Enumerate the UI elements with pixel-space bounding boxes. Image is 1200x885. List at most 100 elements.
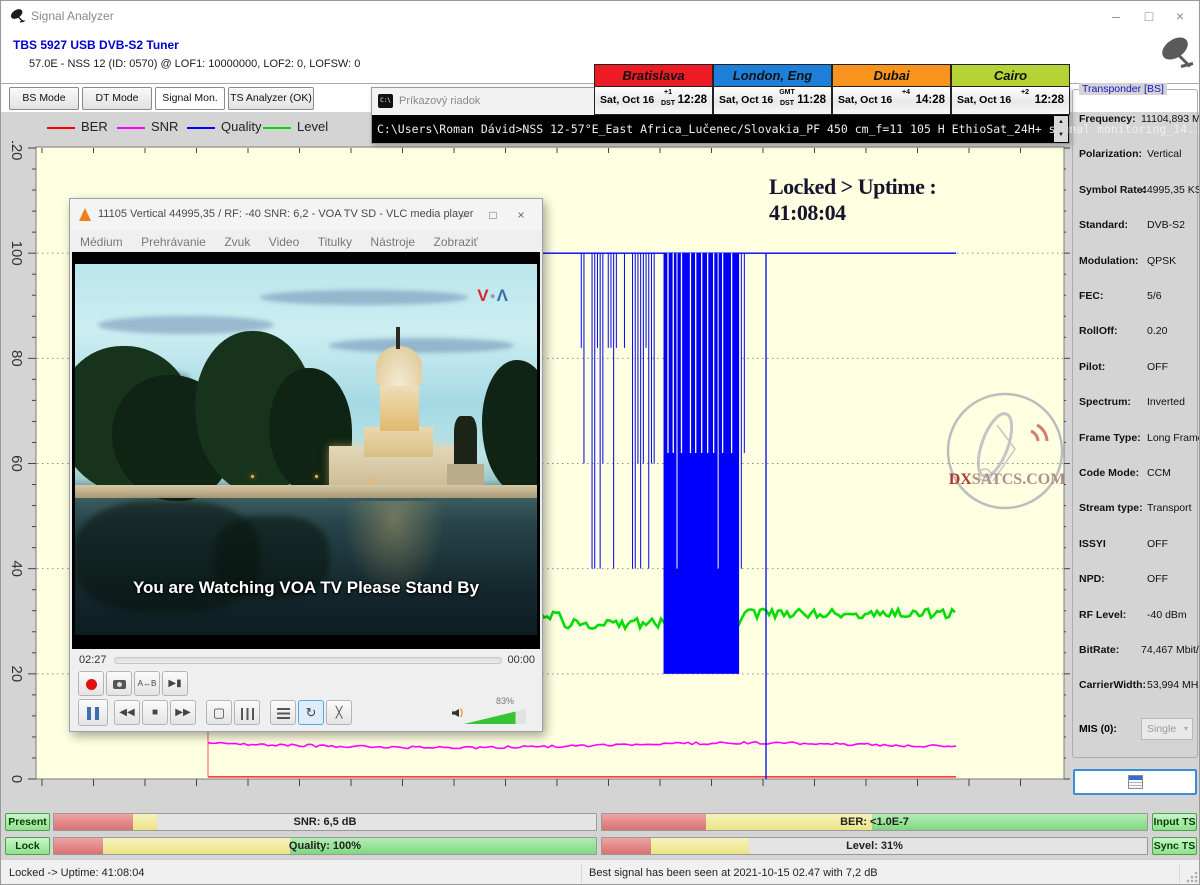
mis-select[interactable]: Single ▾ <box>1141 718 1193 740</box>
clock-time: 12:28 <box>678 94 707 106</box>
grant-memorial-statue <box>454 416 477 468</box>
ts-info-button[interactable] <box>1073 769 1197 795</box>
vlc-window: 11105 Vertical 44995,35 / RF: -40 SNR: 6… <box>69 198 543 732</box>
tab-bs-mode[interactable]: BS Mode <box>9 87 79 110</box>
mis-label: MIS (0): <box>1079 723 1117 735</box>
field-label: Frame Type: <box>1079 432 1141 444</box>
volume-slider[interactable] <box>464 709 526 724</box>
vlc-seek-row: 02:27 00:00 <box>70 651 544 669</box>
record-button[interactable] <box>78 671 104 696</box>
vlc-maximize-button[interactable]: □ <box>480 205 506 225</box>
previous-button[interactable]: ◀◀ <box>114 700 140 725</box>
svg-text:120: 120 <box>8 141 25 161</box>
minimize-button[interactable]: – <box>1101 5 1131 27</box>
vlc-minimize-button[interactable]: – <box>452 205 478 225</box>
ab-loop-button[interactable]: A↔B <box>134 671 160 696</box>
legend-line-snr <box>117 127 145 129</box>
field-label: Polarization: <box>1079 148 1142 160</box>
vlc-video-area[interactable]: V●Λ You are Watching VOA TV Please Stand… <box>72 252 540 649</box>
clock-time: 12:28 <box>1035 94 1064 106</box>
svg-text:60: 60 <box>8 455 25 472</box>
tab-signal-mon[interactable]: Signal Mon. <box>155 87 225 110</box>
speaker-wave-icon: ) <box>460 707 463 717</box>
loop-button[interactable]: ↻ <box>298 700 324 725</box>
next-button[interactable]: ▶▶ <box>170 700 196 725</box>
lock-uptime-annotation: Locked > Uptime : 41:08:04 <box>769 174 1009 226</box>
tab-dt-mode[interactable]: DT Mode <box>82 87 152 110</box>
tab-ts-analyzer[interactable]: TS Analyzer (OK) <box>228 87 314 110</box>
svg-text:0: 0 <box>8 775 25 783</box>
ber-meter: BER: <1.0E-7 <box>601 813 1148 831</box>
playlist-button[interactable] <box>270 700 296 725</box>
field-value: 74,467 Mbit/s <box>1141 644 1200 656</box>
clock-time: 14:28 <box>916 94 945 106</box>
y-axis-labels: 020406080100120 <box>8 141 25 783</box>
clock-tz: +2 <box>1014 89 1036 96</box>
resize-grip[interactable] <box>1186 871 1198 883</box>
vlc-title-bar[interactable]: 11105 Vertical 44995,35 / RF: -40 SNR: 6… <box>70 199 542 230</box>
clock-tz2: DST <box>657 100 679 107</box>
console-scrollbar[interactable]: ▲ ▼ <box>1054 116 1068 142</box>
menu-playback[interactable]: Prehrávanie <box>141 235 206 249</box>
extended-settings-button[interactable] <box>234 700 260 725</box>
frame-by-frame-button[interactable]: ▶▮ <box>162 671 188 696</box>
stop-button[interactable]: ■ <box>142 700 168 725</box>
input-ts-button[interactable]: Input TS <box>1152 813 1197 831</box>
quality-value: Quality: 100% <box>54 840 596 852</box>
scroll-up-icon[interactable]: ▲ <box>1054 116 1068 129</box>
legend-label-level: Level <box>297 119 328 134</box>
quality-meter: Quality: 100% <box>53 837 597 855</box>
menu-video[interactable]: Video <box>269 235 299 249</box>
sync-ts-button[interactable]: Sync TS <box>1152 837 1197 855</box>
field-value: 11104,893 MHz <box>1141 113 1200 125</box>
svg-text:80: 80 <box>8 350 25 367</box>
pause-icon <box>85 706 101 730</box>
snr-value: SNR: 6,5 dB <box>54 816 596 828</box>
menu-audio[interactable]: Zvuk <box>224 235 250 249</box>
field-value: 0.20 <box>1147 325 1167 337</box>
present-button[interactable]: Present <box>5 813 50 831</box>
field-value: -40 dBm <box>1147 609 1187 621</box>
maximize-button[interactable]: □ <box>1134 5 1164 27</box>
clock-time: 11:28 <box>797 94 826 106</box>
pause-button[interactable] <box>78 699 108 726</box>
cmd-icon: C:\ <box>378 94 393 108</box>
svg-text:40: 40 <box>8 560 25 577</box>
clock-body: Sat, Oct 16 +1 DST 12:28 <box>595 87 712 114</box>
seek-slider[interactable] <box>114 657 502 664</box>
fullscreen-button[interactable]: ▢ <box>206 700 232 725</box>
close-button[interactable]: × <box>1165 5 1195 27</box>
speaker-icon <box>452 709 459 717</box>
svg-text:20: 20 <box>8 665 25 682</box>
field-label: RF Level: <box>1079 609 1126 621</box>
watermark-dx: DX <box>949 471 972 488</box>
tbs-dish-logo <box>1159 35 1197 71</box>
device-info: 57.0E - NSS 12 (ID: 0570) @ LOF1: 100000… <box>29 58 360 70</box>
lock-button[interactable]: Lock <box>5 837 50 855</box>
elapsed-time: 02:27 <box>79 654 107 666</box>
clock-date: Sat, Oct 16 <box>719 94 773 106</box>
scroll-down-icon[interactable]: ▼ <box>1054 129 1068 142</box>
field-label: BitRate: <box>1079 644 1119 656</box>
transponder-title: Transponder [BS] <box>1079 83 1167 95</box>
console-body[interactable]: C:\Users\Roman Dávid>NSS 12-57°E_East Af… <box>372 115 1069 143</box>
snapshot-button[interactable] <box>106 671 132 696</box>
menu-tools[interactable]: Nástroje <box>370 235 415 249</box>
ts-list-icon <box>1128 775 1143 789</box>
vlc-close-button[interactable]: × <box>508 205 534 225</box>
menu-subtitles[interactable]: Titulky <box>318 235 352 249</box>
menu-view[interactable]: Zobraziť <box>434 235 479 249</box>
shuffle-button[interactable]: ╳ <box>326 700 352 725</box>
clock-london: London, Eng Sat, Oct 16 GMT DST 11:28 <box>713 64 832 115</box>
menu-medium[interactable]: Médium <box>80 235 123 249</box>
legend-line-quality <box>187 127 215 129</box>
field-value: Long Frame <box>1147 432 1200 444</box>
clock-city: London, Eng <box>714 65 831 87</box>
vlc-cone-icon <box>79 208 91 221</box>
field-value: 5/6 <box>1147 290 1162 302</box>
voa-logo-dot: ● <box>490 291 497 302</box>
field-value: DVB-S2 <box>1147 219 1185 231</box>
clock-cairo: Cairo Sat, Oct 16 +2 12:28 <box>951 64 1070 115</box>
field-label: ISSYI <box>1079 538 1106 550</box>
legend-label-ber: BER <box>81 119 108 134</box>
